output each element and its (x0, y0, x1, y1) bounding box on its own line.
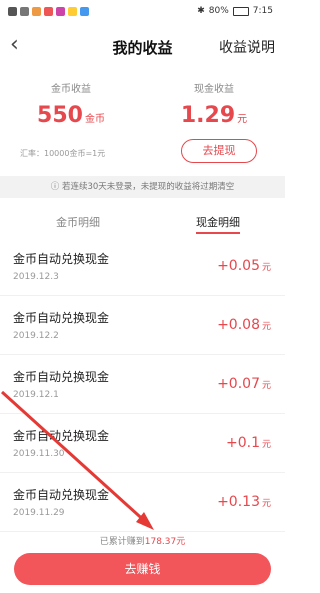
record-unit: 元 (261, 440, 271, 450)
record-value: +0.05 (217, 258, 260, 274)
record-date: 2019.12.1 (13, 390, 59, 400)
record-unit: 元 (261, 322, 271, 332)
detail-tabs: 金币明细 现金明细 (0, 206, 285, 236)
record-title: 金币自动兑换现金 (13, 311, 110, 325)
list-item: 金币自动兑换现金 2019.12.1 +0.07 元 (0, 355, 285, 414)
cash-income: 现金收益 1.29 元 (143, 80, 285, 128)
record-value: +0.13 (217, 494, 260, 510)
record-unit: 元 (261, 381, 271, 391)
gold-income: 金币收益 550 金币 (0, 80, 142, 128)
info-icon: ⓘ (50, 182, 60, 192)
active-tab-indicator (196, 232, 240, 234)
tab-cash-detail[interactable]: 现金明细 (196, 214, 240, 230)
record-value: +0.08 (217, 317, 260, 333)
income-help-link[interactable]: 收益说明 (219, 37, 275, 57)
total-amount: 178.37元 (144, 537, 186, 547)
status-icons-left (8, 7, 89, 16)
tab-gold-detail[interactable]: 金币明细 (56, 214, 100, 230)
record-date: 2019.11.30 (13, 449, 65, 459)
record-date: 2019.12.3 (13, 272, 59, 282)
earn-money-button[interactable]: 去赚钱 (14, 553, 271, 585)
record-date: 2019.12.2 (13, 331, 59, 341)
list-item: 金币自动兑换现金 2019.11.29 +0.13 元 (0, 473, 285, 532)
record-value: +0.1 (225, 435, 260, 451)
expiry-notice: ⓘ 若连续30天未登录，未提现的收益将过期清空 (0, 176, 285, 198)
record-amount: +0.08 元 (217, 317, 271, 333)
notice-text: 若连续30天未登录，未提现的收益将过期清空 (61, 182, 235, 192)
gold-amount-unit: 金币 (84, 114, 105, 125)
app-icon (80, 7, 89, 16)
record-date: 2019.11.29 (13, 508, 65, 518)
exchange-rate: 汇率：10000金币=1元 (20, 149, 106, 158)
status-bar: ✱ 80% 7:15 (0, 0, 285, 24)
header: ‹ 我的收益 收益说明 (0, 26, 285, 66)
list-item: 金币自动兑换现金 2019.12.3 +0.05 元 (0, 237, 285, 296)
record-unit: 元 (261, 263, 271, 273)
gold-amount-value: 550 (37, 103, 83, 128)
list-item: 金币自动兑换现金 2019.12.2 +0.08 元 (0, 296, 285, 355)
cash-record-list: 金币自动兑换现金 2019.12.3 +0.05 元 金币自动兑换现金 2019.… (0, 237, 285, 532)
cash-income-amount: 1.29 元 (143, 103, 285, 128)
cash-amount-unit: 元 (237, 114, 248, 125)
record-amount: +0.07 元 (217, 376, 271, 392)
record-unit: 元 (261, 499, 271, 509)
app-icon (32, 7, 41, 16)
app-icon (68, 7, 77, 16)
cash-amount-value: 1.29 (180, 103, 236, 128)
record-amount: +0.05 元 (217, 258, 271, 274)
withdraw-button[interactable]: 去提现 (181, 139, 257, 163)
battery-percent: 80% (208, 6, 229, 16)
record-value: +0.07 (217, 376, 260, 392)
record-title: 金币自动兑换现金 (13, 488, 110, 502)
list-item: 金币自动兑换现金 2019.11.30 +0.1 元 (0, 414, 285, 473)
clock: 7:15 (252, 6, 273, 16)
record-title: 金币自动兑换现金 (13, 429, 110, 443)
signal-icon (8, 7, 17, 16)
status-icons-right: ✱ 80% 7:15 (197, 6, 273, 16)
gold-income-label: 金币收益 (51, 84, 91, 95)
bluetooth-icon: ✱ (197, 6, 205, 16)
record-title: 金币自动兑换现金 (13, 252, 110, 266)
total-earned: 已累计赚到178.37元 (0, 534, 285, 547)
record-title: 金币自动兑换现金 (13, 370, 110, 384)
wifi-icon (20, 7, 29, 16)
total-prefix: 已累计赚到 (99, 537, 145, 547)
record-amount: +0.13 元 (217, 494, 271, 510)
record-amount: +0.1 元 (226, 435, 271, 451)
cash-income-label: 现金收益 (194, 84, 234, 95)
app-icon (56, 7, 65, 16)
app-icon (44, 7, 53, 16)
gold-income-amount: 550 金币 (0, 103, 142, 128)
battery-icon (232, 6, 249, 16)
